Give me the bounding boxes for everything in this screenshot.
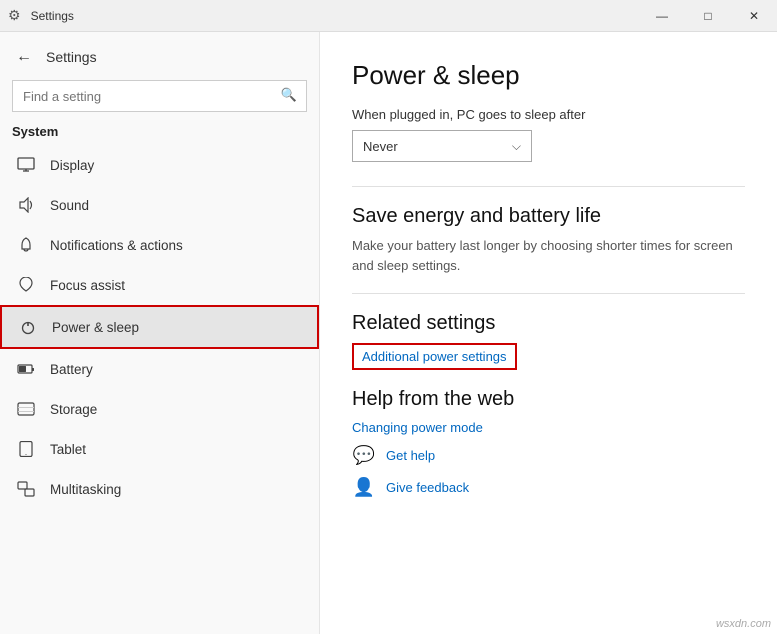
get-help-item: 💬 Get help	[352, 443, 745, 467]
display-icon	[16, 155, 36, 175]
related-settings-heading: Related settings	[352, 312, 745, 335]
minimize-button[interactable]: —	[639, 0, 685, 32]
nav-item-focus[interactable]: Focus assist	[0, 265, 319, 305]
nav-item-sound[interactable]: Sound	[0, 185, 319, 225]
notifications-icon	[16, 235, 36, 255]
energy-desc: Make your battery last longer by choosin…	[352, 236, 745, 275]
multitasking-label: Multitasking	[50, 482, 121, 497]
nav-item-notifications[interactable]: Notifications & actions	[0, 225, 319, 265]
nav-item-display[interactable]: Display	[0, 145, 319, 185]
sleep-value: Never	[363, 139, 398, 154]
sidebar-section-label: System	[0, 120, 319, 145]
section-divider-2	[352, 293, 745, 294]
maximize-button[interactable]: □	[685, 0, 731, 32]
changing-power-mode-link[interactable]: Changing power mode	[352, 420, 483, 435]
power-label: Power & sleep	[52, 320, 139, 335]
app-body: ← Settings 🔍 System Display	[0, 32, 777, 634]
search-icon: 🔍	[281, 87, 297, 103]
battery-icon	[16, 359, 36, 379]
sound-label: Sound	[50, 198, 89, 213]
sidebar-app-title: Settings	[46, 49, 97, 65]
page-title: Power & sleep	[352, 60, 745, 91]
storage-icon	[16, 399, 36, 419]
sleep-label: When plugged in, PC goes to sleep after	[352, 107, 745, 122]
sidebar: ← Settings 🔍 System Display	[0, 32, 320, 634]
search-box-wrap: 🔍	[0, 70, 319, 120]
nav-item-power[interactable]: Power & sleep	[0, 305, 319, 349]
tablet-label: Tablet	[50, 442, 86, 457]
titlebar-left: ⚙ Settings	[8, 7, 74, 24]
get-help-link[interactable]: Get help	[386, 448, 435, 463]
sound-icon	[16, 195, 36, 215]
storage-label: Storage	[50, 402, 97, 417]
watermark: wsxdn.com	[716, 618, 771, 630]
additional-power-settings-link[interactable]: Additional power settings	[352, 343, 517, 370]
feedback-item: 👤 Give feedback	[352, 475, 745, 499]
power-icon	[18, 317, 38, 337]
back-button[interactable]: ←	[12, 44, 36, 70]
get-help-icon: 💬	[352, 443, 376, 467]
titlebar: ⚙ Settings — □ ✕	[0, 0, 777, 32]
help-heading: Help from the web	[352, 388, 745, 411]
display-label: Display	[50, 158, 94, 173]
sleep-dropdown-wrap: Never ⌵	[352, 130, 745, 162]
search-input[interactable]	[12, 80, 307, 112]
sidebar-top: ← Settings	[0, 32, 319, 70]
close-button[interactable]: ✕	[731, 0, 777, 32]
focus-label: Focus assist	[50, 278, 125, 293]
titlebar-controls: — □ ✕	[639, 0, 777, 32]
energy-heading: Save energy and battery life	[352, 205, 745, 228]
sleep-dropdown[interactable]: Never ⌵	[352, 130, 532, 162]
nav-item-tablet[interactable]: Tablet	[0, 429, 319, 469]
nav-item-battery[interactable]: Battery	[0, 349, 319, 389]
battery-label: Battery	[50, 362, 93, 377]
content-area: Power & sleep When plugged in, PC goes t…	[320, 32, 777, 634]
settings-icon: ⚙	[8, 7, 21, 24]
nav-item-multitasking[interactable]: Multitasking	[0, 469, 319, 509]
focus-icon	[16, 275, 36, 295]
feedback-icon: 👤	[352, 475, 376, 499]
tablet-icon	[16, 439, 36, 459]
feedback-link[interactable]: Give feedback	[386, 480, 469, 495]
multitasking-icon	[16, 479, 36, 499]
titlebar-title: Settings	[31, 9, 74, 23]
section-divider-1	[352, 186, 745, 187]
nav-item-storage[interactable]: Storage	[0, 389, 319, 429]
dropdown-arrow-icon: ⌵	[512, 139, 521, 154]
notifications-label: Notifications & actions	[50, 238, 183, 253]
